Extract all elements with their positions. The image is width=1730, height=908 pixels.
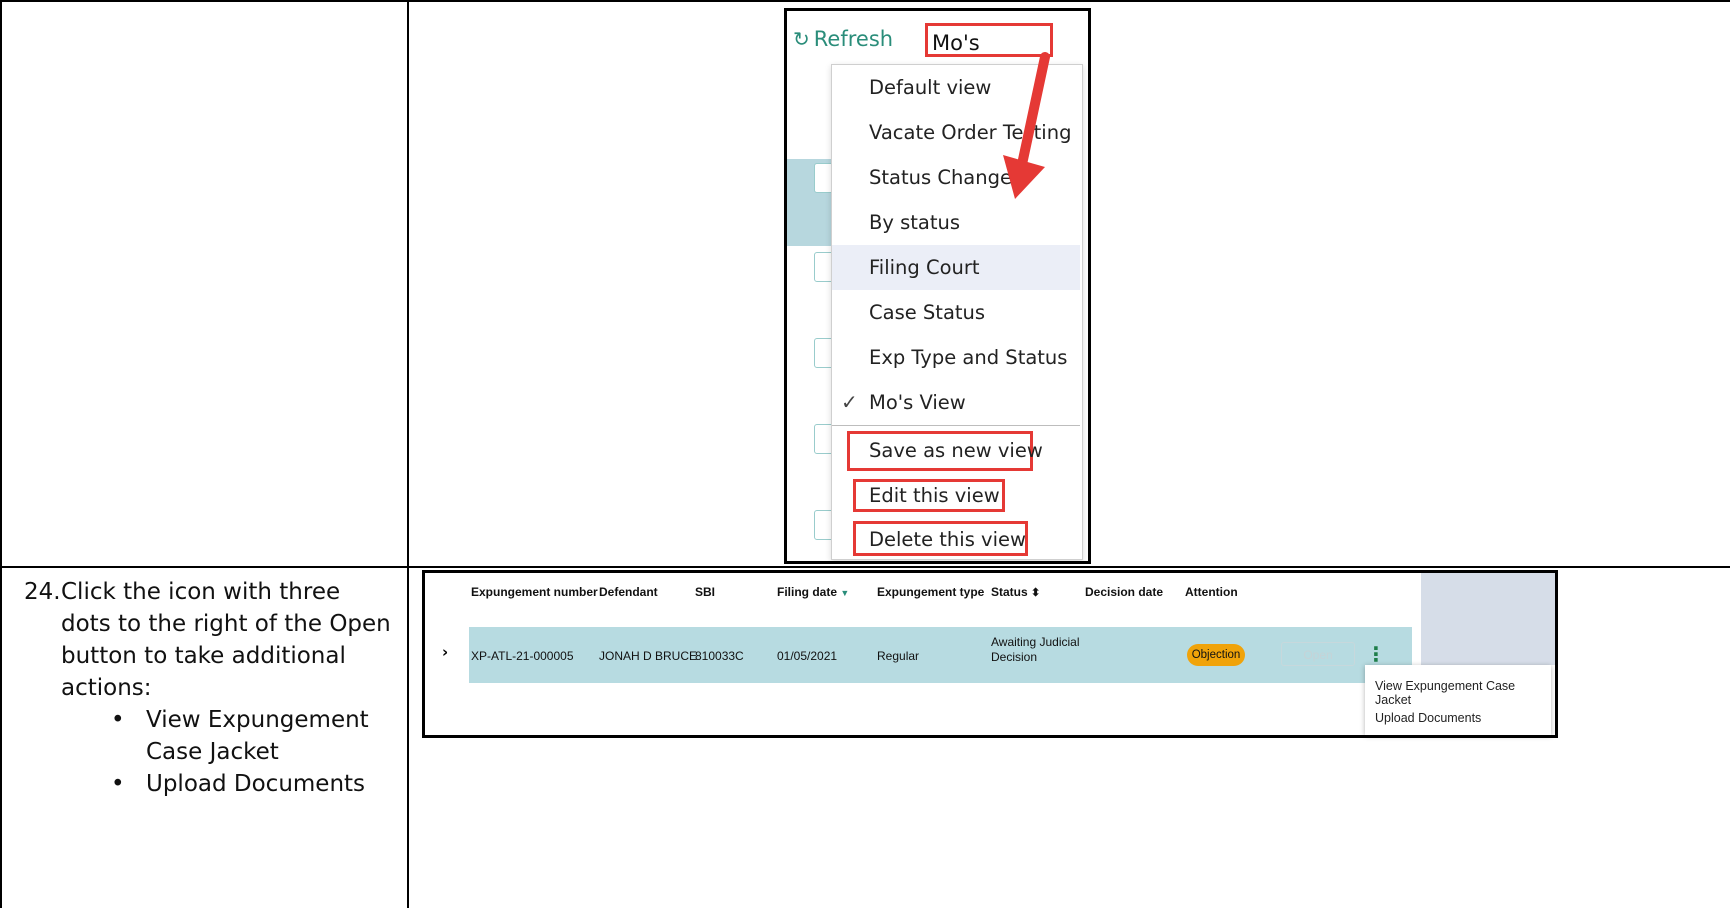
menu-item-filing-court[interactable]: Filing Court [832,245,1080,290]
cell-sbi: 810033C [695,649,744,663]
view-menu-screenshot: ↻Refresh Mo's View› Default view Vacate … [784,8,1091,564]
menu-item-case-status[interactable]: Case Status [832,290,1080,335]
step-number: 24. [24,579,61,605]
table-border-top [0,0,1730,2]
menu-item-by-status[interactable]: By status [832,200,1080,245]
case-table-screenshot: Expungement number Defendant SBI Filing … [422,570,1558,738]
expand-row-icon[interactable]: › [442,643,448,661]
checkmark-icon: ✓ [841,390,858,414]
menu-item-upload-documents[interactable]: Upload Documents [1375,711,1481,725]
menu-item-view-case-jacket[interactable]: View Expungement Case Jacket [1375,679,1551,707]
col-header-decision-date[interactable]: Decision date [1085,585,1163,599]
annotation-arrow-icon [1003,52,1050,199]
col-header-defendant[interactable]: Defendant [599,585,658,599]
side-panel [1421,573,1555,665]
col-header-attention[interactable]: Attention [1185,585,1238,599]
edit-this-view-button[interactable]: Edit this view [869,481,1000,511]
bullet-item: • View Expungement Case Jacket [111,707,369,765]
cell-status: Awaiting Judicial Decision [991,635,1080,664]
sort-icon: ⬍ [1031,587,1041,599]
step-text: Click the icon with three dots to the ri… [61,579,391,701]
menu-item-exp-type-status[interactable]: Exp Type and Status [832,335,1080,380]
cell-defendant: JONAH D BRUCE [599,649,698,663]
col-header-expungement-number[interactable]: Expungement number [471,585,598,599]
step-bullets: • View Expungement Case Jacket • Upload Do… [24,704,394,800]
menu-divider [832,425,1080,426]
col-header-sbi[interactable]: SBI [695,585,715,599]
refresh-button[interactable]: ↻ Refresh [793,27,893,51]
attention-badge: Objection [1187,644,1245,666]
step-instruction: 24. Click the icon with three dots to th… [24,576,394,800]
cell-filing-date: 01/05/2021 [777,649,838,663]
col-header-status[interactable]: Status ⬍ [991,585,1040,599]
row-actions-menu: View Expungement Case Jacket Upload Docu… [1365,665,1551,735]
bullet-item: • Upload Documents [111,771,366,797]
cell-expungement-number: XP-ATL-21-000005 [471,649,574,663]
open-button[interactable]: Open [1281,642,1355,666]
cell-expungement-type: Regular [877,649,920,663]
table-border-left [0,0,2,908]
col-header-filing-date[interactable]: Filing date ▼ [777,585,849,599]
table-row-divider [0,566,1730,568]
table-border-mid [407,0,409,908]
menu-item-mos-view[interactable]: ✓ Mo's View [832,380,1080,425]
delete-this-view-button[interactable]: Delete this view [869,525,1026,555]
refresh-icon: ↻ [793,27,810,51]
col-header-expungement-type[interactable]: Expungement type [877,585,984,599]
sort-desc-icon: ▼ [840,588,850,598]
save-as-new-view-button[interactable]: Save as new view [869,436,1043,466]
more-actions-icon[interactable]: ⋮ [1366,642,1386,666]
